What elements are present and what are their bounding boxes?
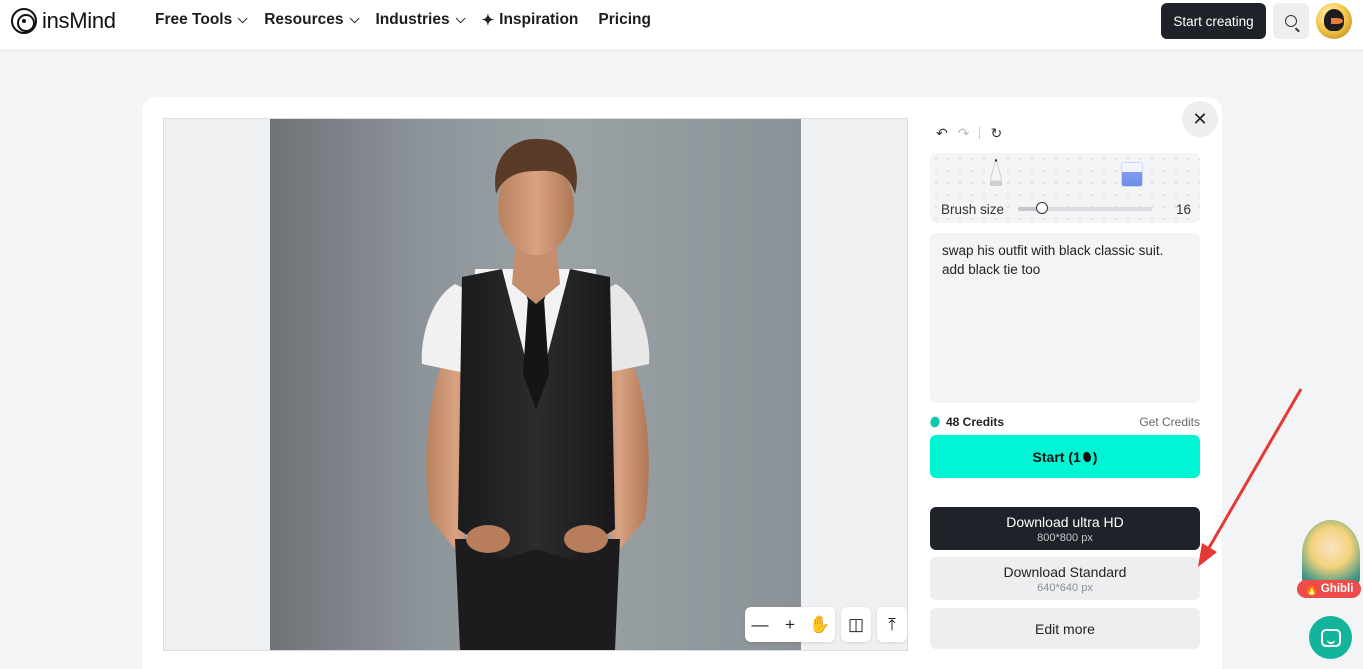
nav-industries-label: Industries (375, 11, 450, 28)
plus-icon: + (785, 614, 795, 634)
zoom-out-button[interactable]: — (745, 607, 775, 642)
ghibli-badge: 🔥 Ghibli (1297, 580, 1361, 598)
download-standard-label: Download Standard (1003, 563, 1127, 580)
credits-row: 48 Credits Get Credits (928, 415, 1200, 429)
brush-size-row: Brush size 16 (941, 201, 1191, 217)
download-standard-size: 640*640 px (1037, 581, 1093, 594)
minus-icon: — (751, 614, 769, 634)
hand-icon: ✋ (809, 614, 831, 634)
download-ultra-label: Download ultra HD (1006, 513, 1124, 530)
eraser-tool[interactable] (1121, 162, 1143, 187)
divider (979, 127, 981, 139)
logo-spiral-icon (11, 8, 37, 34)
user-avatar[interactable] (1316, 3, 1352, 39)
credit-coin-icon (928, 415, 942, 429)
undo-icon: ↶ (936, 124, 948, 141)
nav-pricing[interactable]: Pricing (598, 10, 651, 30)
credits-count: 48 Credits (946, 415, 1005, 429)
nav-inspiration[interactable]: ✦ Inspiration (482, 10, 579, 30)
credit-coin-icon (1080, 450, 1093, 463)
pan-button[interactable]: ✋ (805, 607, 835, 642)
nav-inspiration-label: Inspiration (499, 11, 579, 28)
fire-icon: 🔥 (1304, 584, 1319, 596)
start-creating-button[interactable]: Start creating (1161, 3, 1266, 39)
ghibli-label: Ghibli (1320, 583, 1354, 595)
start-button-label-end: ) (1092, 448, 1098, 465)
edit-panel: ↶ ↷ ↻ Brush size 16 swap his outfit with… (928, 119, 1200, 649)
brush-pen-tool[interactable] (990, 159, 1002, 187)
slider-handle[interactable] (1036, 202, 1049, 214)
person-photo-image (421, 138, 650, 650)
download-standard-button[interactable]: Download Standard 640*640 px (930, 557, 1200, 600)
start-button[interactable]: Start (1 ) (930, 435, 1200, 478)
nav-pricing-label: Pricing (598, 11, 651, 28)
nav-free-tools[interactable]: Free Tools (155, 10, 248, 30)
download-ultra-size: 800*800 px (1037, 531, 1093, 544)
compare-button[interactable]: ◫ (841, 607, 871, 642)
upload-icon: ⤒ (888, 614, 896, 634)
nav-resources[interactable]: Resources (264, 10, 360, 30)
chevron-down-icon (349, 12, 360, 23)
nav-resources-label: Resources (264, 11, 344, 28)
history-controls: ↶ ↷ ↻ (930, 119, 1200, 147)
search-button[interactable] (1273, 3, 1309, 39)
image-canvas[interactable]: — + ✋ ◫ ⤒ (163, 118, 908, 651)
nav-free-tools-label: Free Tools (155, 11, 233, 28)
top-navigation: insMind Free Tools Resources Industries … (0, 0, 1363, 51)
chevron-down-icon (237, 12, 248, 23)
compare-control: ◫ (841, 607, 871, 642)
ghibli-character-image (1302, 520, 1360, 588)
zoom-in-button[interactable]: + (775, 607, 805, 642)
brand-logo[interactable]: insMind (11, 8, 116, 34)
brush-size-label: Brush size (941, 201, 1005, 217)
sparkle-icon: ✦ (481, 12, 495, 29)
brand-name: insMind (42, 8, 116, 33)
brush-size-value: 16 (1175, 201, 1191, 217)
brush-size-slider[interactable] (1018, 202, 1153, 214)
compare-icon: ◫ (847, 614, 865, 634)
upload-button[interactable]: ⤒ (877, 607, 907, 642)
refresh-icon: ↻ (990, 124, 1003, 141)
prompt-textarea[interactable]: swap his outfit with black classic suit.… (930, 233, 1200, 403)
edited-photo (270, 119, 801, 650)
redo-icon: ↷ (957, 124, 970, 141)
main-nav: Free Tools Resources Industries ✦ Inspir… (155, 10, 651, 30)
brush-tools: Brush size 16 (930, 153, 1200, 223)
nav-industries[interactable]: Industries (375, 10, 466, 30)
get-credits-link[interactable]: Get Credits (1139, 415, 1200, 429)
start-button-label: Start (1 (1032, 448, 1081, 465)
zoom-controls: — + ✋ (745, 607, 835, 642)
undo-button[interactable]: ↶ (936, 125, 948, 142)
canvas-toolbar: — + ✋ ◫ ⤒ (745, 607, 907, 642)
chat-support-button[interactable] (1309, 616, 1352, 659)
chevron-down-icon (455, 12, 466, 23)
redo-button[interactable]: ↷ (958, 125, 970, 142)
chat-icon (1320, 628, 1341, 647)
editor-modal: ✕ — + ✋ ◫ ⤒ ↶ ↷ ↻ Brush size 16 swap his… (142, 97, 1222, 669)
reset-button[interactable]: ↻ (990, 125, 1002, 142)
edit-more-button[interactable]: Edit more (930, 608, 1200, 649)
ghibli-promo-widget[interactable]: 🔥 Ghibli (1296, 520, 1363, 600)
upload-control: ⤒ (877, 607, 907, 642)
download-ultra-hd-button[interactable]: Download ultra HD 800*800 px (930, 507, 1200, 550)
search-icon (1285, 15, 1297, 27)
